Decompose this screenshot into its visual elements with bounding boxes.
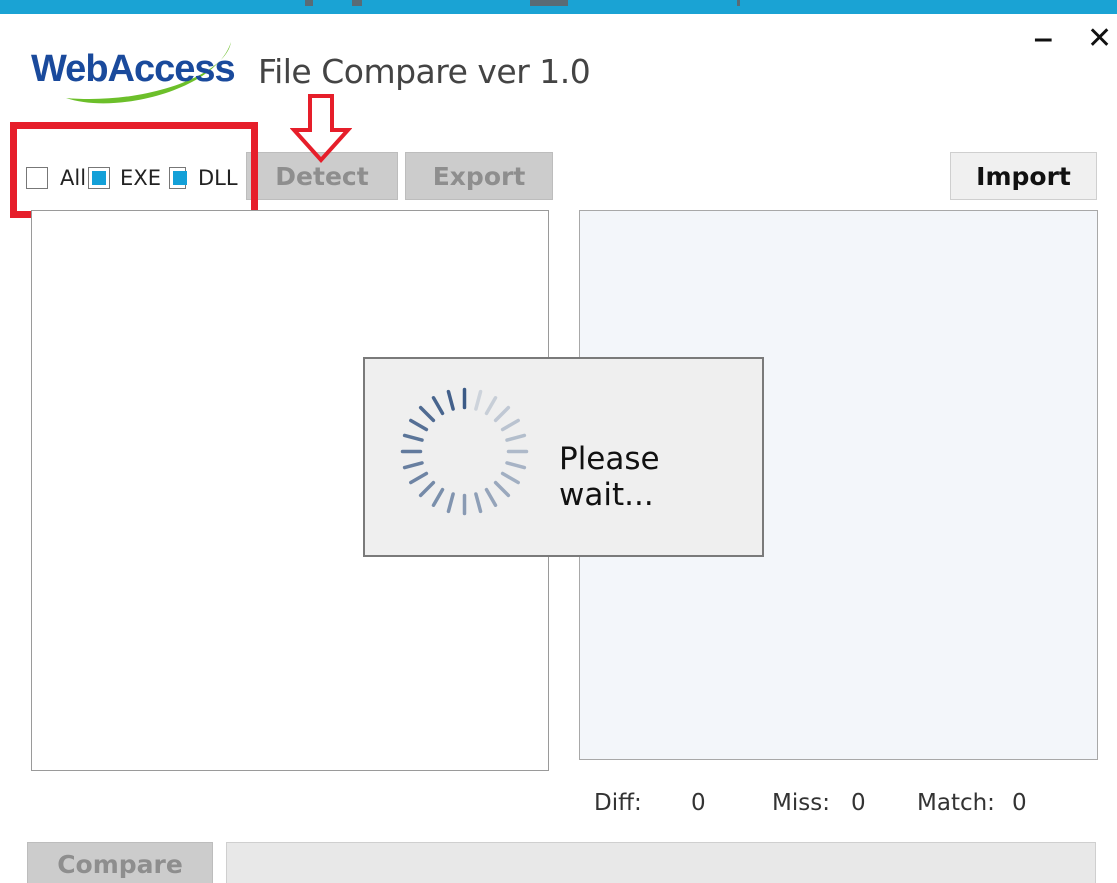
top-bar-notch [305, 0, 313, 6]
spinner-tick [493, 480, 511, 498]
spinner-tick [446, 389, 455, 411]
miss-label: Miss: [772, 790, 830, 816]
spinner-tick [418, 405, 436, 423]
window-top-bar [0, 0, 1117, 14]
import-button[interactable]: Import [950, 152, 1097, 200]
spinner-tick [409, 471, 429, 485]
match-label: Match: [917, 790, 995, 816]
close-button[interactable]: ✕ [1087, 24, 1112, 54]
arrow-down-icon [290, 94, 352, 163]
please-wait-dialog: Please wait... [363, 357, 764, 557]
spinner-tick [500, 471, 520, 485]
spinner-tick [474, 492, 483, 514]
app-title: File Compare ver 1.0 [258, 52, 591, 91]
spinner-tick [484, 396, 498, 416]
webaccess-logo: WebAccess [26, 20, 256, 120]
top-bar-notch [352, 0, 362, 6]
minimize-button[interactable]: ‒ [1035, 24, 1052, 54]
match-value: 0 [1012, 790, 1027, 816]
compare-progress-bar [226, 842, 1096, 883]
diff-label: Diff: [594, 790, 642, 816]
spinner-tick [418, 480, 436, 498]
spinner-tick [431, 396, 445, 416]
diff-value: 0 [691, 790, 706, 816]
wait-message: Please wait... [559, 441, 660, 513]
compare-button[interactable]: Compare [27, 842, 213, 883]
miss-value: 0 [851, 790, 866, 816]
top-bar-notch [737, 0, 740, 6]
spinner-tick [505, 461, 527, 470]
annotation-highlight-box [10, 122, 258, 218]
logo-text: WebAccess [31, 48, 236, 90]
top-bar-notch [530, 0, 568, 6]
spinner-tick [505, 433, 527, 442]
spinner-tick [493, 405, 511, 423]
spinner-tick [431, 487, 445, 507]
export-button[interactable]: Export [405, 152, 553, 200]
spinner-tick [500, 418, 520, 432]
spinner-tick [446, 492, 455, 514]
spinner-tick [474, 389, 483, 411]
spinner-tick [409, 418, 429, 432]
spinner-tick [484, 487, 498, 507]
loading-spinner-icon [400, 387, 529, 516]
spinner-tick [402, 461, 424, 470]
spinner-tick [402, 433, 424, 442]
